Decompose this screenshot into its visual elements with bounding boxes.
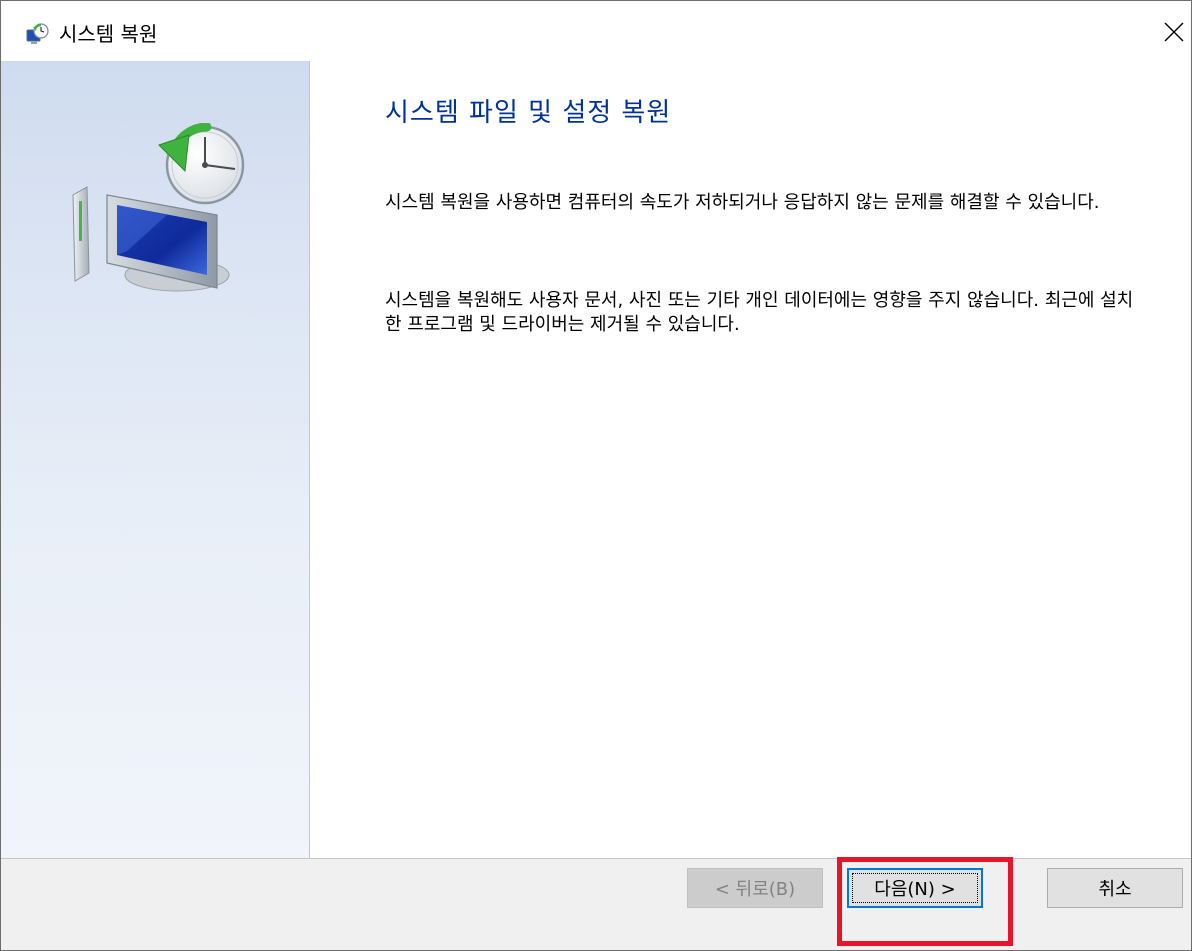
back-button[interactable]: < 뒤로(B) [687, 868, 823, 908]
system-restore-illustration [72, 123, 245, 292]
system-restore-window: 시스템 복원 시스템 파일 및 설정 복원 시스템 복원을 사용하면 컴퓨터의 … [0, 0, 1192, 951]
title-bar[interactable]: 시스템 복원 [1, 1, 1191, 61]
system-restore-icon [25, 23, 49, 47]
description-paragraph-2: 시스템을 복원해도 사용자 문서, 사진 또는 기타 개인 데이터에는 영향을 … [385, 290, 1134, 335]
back-button-label: < 뒤로(B) [714, 879, 796, 900]
highlight-box [837, 857, 1013, 946]
close-button[interactable] [1157, 15, 1191, 49]
description-paragraph-1: 시스템 복원을 사용하면 컴퓨터의 속도가 저하되거나 응답하지 않는 문제를 … [385, 192, 1100, 213]
close-icon [1164, 22, 1184, 42]
page-title: 시스템 파일 및 설정 복원 [385, 98, 672, 128]
cancel-button-label: 취소 [1098, 879, 1132, 900]
next-button-label: 다음(N) > [874, 879, 956, 900]
wizard-content: 시스템 파일 및 설정 복원 시스템 복원을 사용하면 컴퓨터의 속도가 저하되… [310, 61, 1191, 858]
window-title: 시스템 복원 [59, 22, 158, 46]
wizard-sidebar [1, 61, 310, 858]
cancel-button[interactable]: 취소 [1047, 868, 1183, 908]
